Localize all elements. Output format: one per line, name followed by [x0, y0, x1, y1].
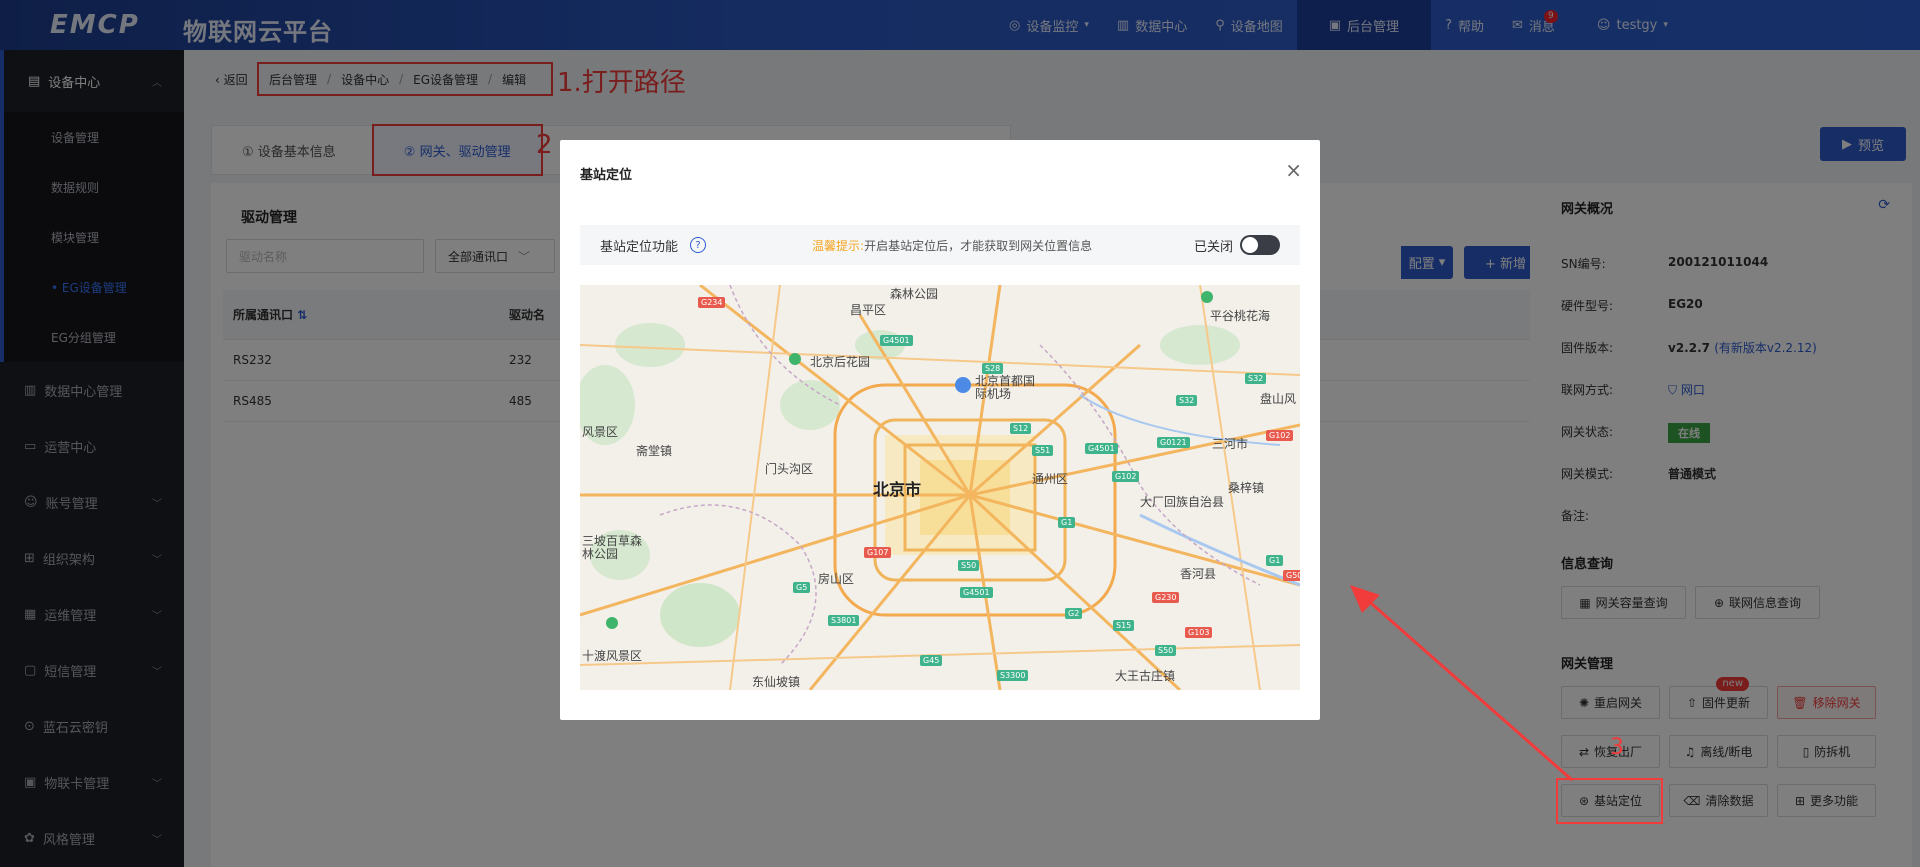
- modal-title: 基站定位: [580, 168, 633, 183]
- road-shield: S28: [982, 363, 1004, 374]
- map-label: 房山区: [818, 572, 855, 586]
- map-label: 盘山风: [1260, 392, 1297, 406]
- road-shield: G234: [698, 297, 726, 308]
- road-shield: G5: [793, 582, 811, 593]
- road-shield: S51: [1032, 445, 1054, 456]
- road-shield: G50: [1283, 570, 1300, 581]
- road-shield: G102: [1266, 430, 1294, 441]
- tip-text: 开启基站定位后，才能获取到网关位置信息: [864, 238, 1093, 253]
- map-label: 桑梓镇: [1228, 481, 1265, 495]
- road-shield: G1: [1266, 555, 1284, 566]
- road-shield: G103: [1185, 627, 1213, 638]
- road-shield: G4501: [960, 587, 993, 598]
- road-shield: G107: [864, 547, 892, 558]
- road-shield: G0121: [1157, 437, 1190, 448]
- map-label: 东仙坡镇: [752, 675, 801, 689]
- function-label: 基站定位功能: [600, 239, 679, 255]
- question-icon[interactable]: ?: [690, 237, 707, 253]
- map-label: 北京后花园: [810, 355, 871, 369]
- function-bar: 基站定位功能 ? 温馨提示: 开启基站定位后，才能获取到网关位置信息 已关闭: [580, 225, 1300, 265]
- road-shield: S32: [1176, 395, 1198, 406]
- road-shield: S12: [1010, 423, 1032, 434]
- toggle-status-label: 已关闭: [1193, 239, 1233, 255]
- map-label: 三坡百草森林公园: [582, 534, 643, 561]
- map-label: 昌平区: [850, 303, 887, 317]
- road-shield: S50: [1155, 645, 1177, 656]
- road-shield: G102: [1112, 471, 1140, 482]
- road-shield: G4501: [1085, 443, 1118, 454]
- road-shield: S15: [1113, 620, 1135, 631]
- map-label: 森林公园: [890, 287, 939, 301]
- map-label: 三河市: [1212, 437, 1249, 451]
- map-label: 十渡风景区: [582, 649, 643, 663]
- map-label: 平谷桃花海: [1210, 309, 1271, 323]
- map-label: 门头沟区: [765, 462, 814, 476]
- annotation-arrow: [1350, 585, 1573, 782]
- road-shield: S3300: [997, 670, 1029, 681]
- tip-label: 温馨提示:: [812, 238, 865, 253]
- map-label: 大厂回族自治县: [1140, 495, 1225, 509]
- map-label: 北京首都国际机场: [975, 374, 1036, 401]
- road-shield: G230: [1152, 592, 1180, 603]
- map-center-label: 北京市: [873, 480, 922, 499]
- map-view[interactable]: 北京市 昌平区 北京后花园 北京首都国际机场 平谷桃花海 门头沟区 通州区 三河…: [580, 285, 1300, 690]
- map-label: 斋堂镇: [636, 444, 673, 458]
- map-label: 风景区: [582, 425, 619, 439]
- road-shield: S32: [1245, 373, 1267, 384]
- close-icon[interactable]: ×: [1285, 158, 1302, 182]
- road-shield: G45: [920, 655, 943, 666]
- base-station-modal: 基站定位 × 基站定位功能 ? 温馨提示: 开启基站定位后，才能获取到网关位置信…: [560, 140, 1320, 720]
- road-shield: G4501: [880, 335, 913, 346]
- road-shield: S50: [958, 560, 980, 571]
- road-shield: S3801: [828, 615, 860, 626]
- map-label: 通州区: [1032, 472, 1069, 486]
- base-station-toggle[interactable]: [1240, 235, 1280, 255]
- road-shield: G2: [1065, 608, 1083, 619]
- map-label: 大王古庄镇: [1115, 669, 1176, 683]
- annotation-step-3: 3: [1610, 735, 1624, 760]
- road-shield: G1: [1058, 517, 1076, 528]
- map-label: 香河县: [1180, 567, 1217, 581]
